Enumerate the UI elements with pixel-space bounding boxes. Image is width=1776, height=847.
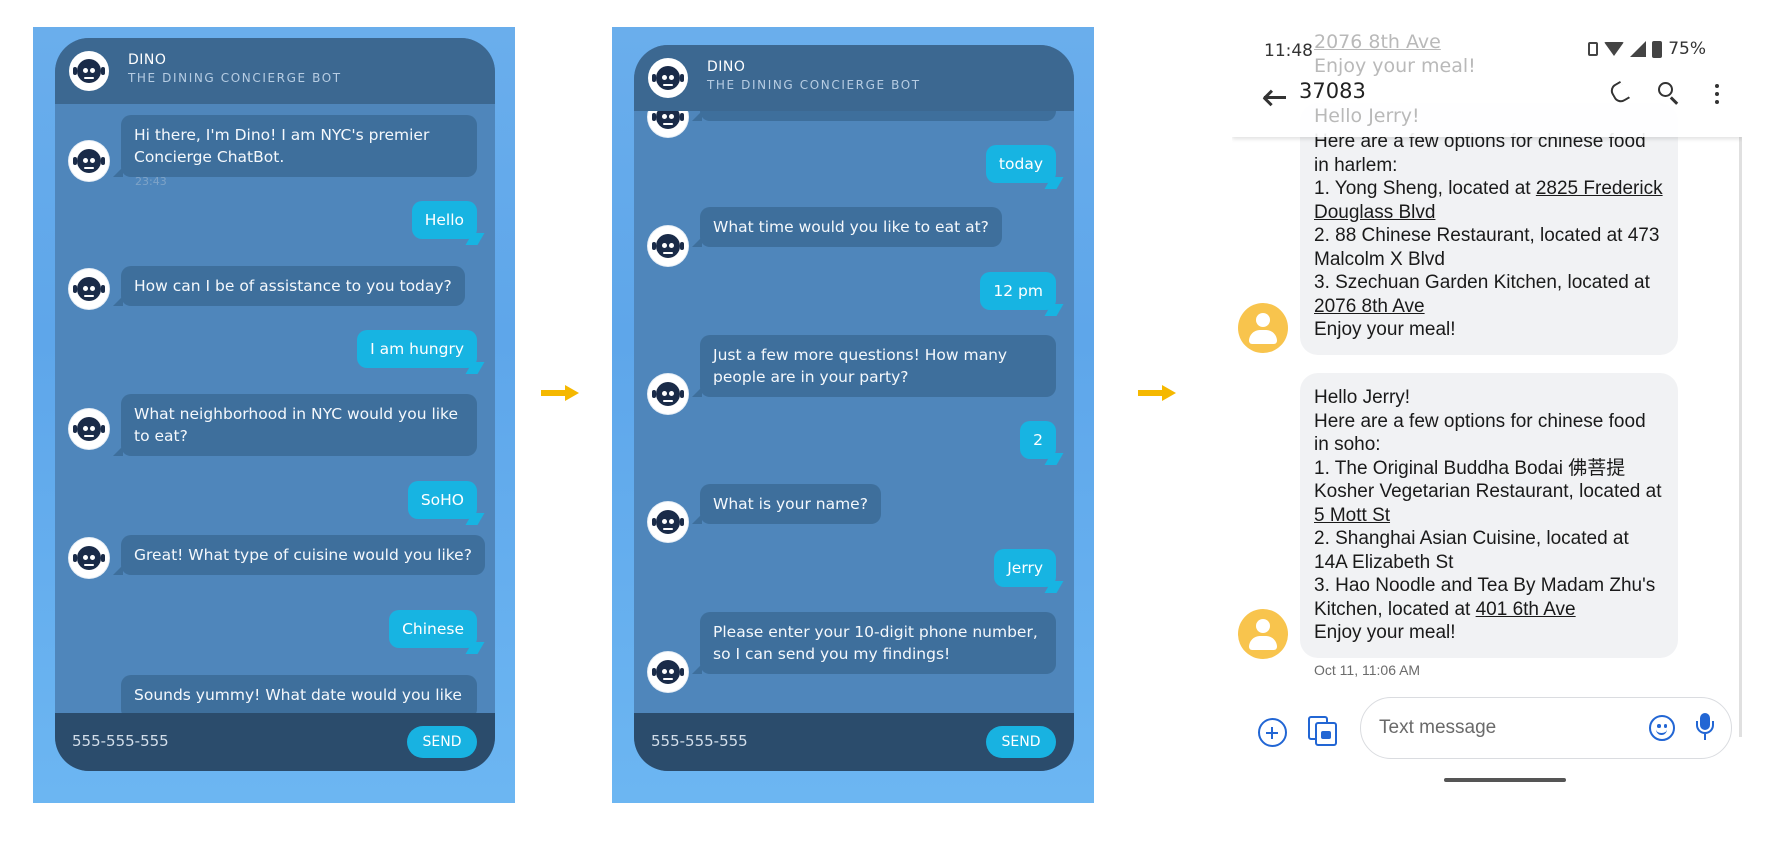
contact-avatar-icon (1238, 303, 1288, 353)
bot-message: How can I be of assistance to you today? (113, 266, 465, 306)
gallery-icon[interactable] (1308, 716, 1338, 746)
battery-icon (1652, 40, 1663, 58)
message-timestamp: Oct 11, 11:06 AM (1314, 662, 1421, 678)
chat-header: DINO THE DINING CONCIERGE BOT (634, 45, 1074, 111)
scrollbar[interactable] (1739, 137, 1742, 737)
bot-name: DINO (707, 59, 746, 75)
bot-avatar-icon (648, 652, 688, 692)
sms-message-1: Here are a few options for chinese food … (1300, 103, 1678, 355)
mic-icon[interactable] (1695, 713, 1715, 743)
message-list[interactable]: Hi there, I'm Dino! I am NYC's premier C… (55, 38, 495, 771)
bot-message: What time would you like to eat at? (692, 207, 1002, 247)
vibrate-icon (1588, 42, 1599, 56)
status-time: 11:48 (1264, 41, 1313, 61)
address-link[interactable]: 401 6th Ave (1476, 599, 1576, 620)
bot-avatar-icon (69, 409, 109, 449)
user-message: Jerry (994, 549, 1056, 587)
scrolled-text: 2076 8th Ave (1314, 33, 1441, 53)
arrow-right-icon (541, 385, 579, 401)
phone-icon[interactable] (1606, 79, 1636, 109)
message-text: 2. 88 Chinese Restaurant, located at 473… (1314, 225, 1660, 270)
text-message-input[interactable]: Text message (1360, 697, 1732, 759)
message-text: Enjoy your meal! (1314, 319, 1456, 340)
contact-avatar-icon (1238, 609, 1288, 659)
status-icons: 75% (1588, 39, 1706, 59)
wifi-icon (1604, 42, 1625, 56)
bot-name: DINO (128, 52, 167, 68)
chat-screenshot-2: today What time would you like to eat at… (612, 27, 1094, 803)
bot-avatar-icon (69, 51, 109, 91)
send-button[interactable]: SEND (407, 726, 477, 758)
chat-window: today What time would you like to eat at… (634, 45, 1074, 771)
message-input-bar: 555-555-555 SEND (55, 713, 495, 771)
scrolled-text: Enjoy your meal! (1314, 55, 1476, 77)
bot-message: Hi there, I'm Dino! I am NYC's premier C… (113, 115, 477, 177)
user-message: today (985, 145, 1056, 183)
message-input[interactable]: 555-555-555 (72, 732, 169, 750)
signal-icon (1630, 41, 1647, 57)
bot-message: What neighborhood in NYC would you like … (113, 394, 477, 456)
bot-message: What is your name? (692, 484, 881, 524)
back-arrow-icon[interactable] (1262, 87, 1288, 107)
conversation-title: 37083 (1299, 79, 1366, 103)
chat-window: DINO THE DINING CONCIERGE BOT Hi there, … (55, 38, 495, 771)
message-text: 3. Szechuan Garden Kitchen, located at (1314, 272, 1650, 293)
sms-message-2: Hello Jerry! Here are a few options for … (1300, 373, 1678, 658)
message-text: 2. Shanghai Asian Cuisine, located at 14… (1314, 528, 1629, 573)
user-message: Chinese (389, 610, 477, 648)
user-message: 12 pm (980, 272, 1056, 310)
message-list[interactable]: today What time would you like to eat at… (634, 45, 1074, 771)
bot-avatar-icon (648, 502, 688, 542)
bot-avatar-icon (648, 374, 688, 414)
scrolled-text: Hello Jerry! (1314, 105, 1420, 127)
bot-avatar-icon (69, 269, 109, 309)
chat-header: DINO THE DINING CONCIERGE BOT (55, 38, 495, 104)
bot-avatar-icon (69, 141, 109, 181)
send-button[interactable]: SEND (986, 726, 1056, 758)
bot-subtitle: THE DINING CONCIERGE BOT (707, 78, 921, 92)
bot-message: Just a few more questions! How many peop… (692, 335, 1056, 397)
address-link[interactable]: 5 Mott St (1314, 505, 1390, 526)
address-link[interactable]: 2076 8th Ave (1314, 296, 1425, 317)
text-message-placeholder: Text message (1379, 717, 1497, 738)
battery-level: 75% (1668, 39, 1706, 59)
message-text: Hello Jerry! (1314, 387, 1411, 408)
message-text: Here are a few options for chinese food … (1314, 131, 1646, 176)
bot-subtitle: THE DINING CONCIERGE BOT (128, 71, 342, 85)
user-message: 2 (1020, 421, 1056, 459)
message-timestamp: 23:43 (135, 175, 167, 188)
chat-screenshot-1: DINO THE DINING CONCIERGE BOT Hi there, … (33, 27, 515, 803)
message-text: Here are a few options for chinese food … (1314, 410, 1646, 456)
bot-avatar-icon (69, 538, 109, 578)
gesture-nav-handle[interactable] (1444, 778, 1566, 782)
bot-avatar-icon (648, 58, 688, 98)
bot-message: Please enter your 10-digit phone number,… (692, 612, 1056, 674)
user-message: I am hungry (357, 330, 477, 368)
message-input-bar: 555-555-555 SEND (634, 713, 1074, 771)
emoji-icon[interactable] (1649, 715, 1675, 741)
add-icon[interactable] (1258, 718, 1287, 747)
message-text: Enjoy your meal! (1314, 622, 1456, 643)
message-text: 1. Yong Sheng, located at (1314, 178, 1536, 199)
search-icon[interactable] (1654, 79, 1684, 109)
user-message: SoHO (407, 481, 477, 519)
arrow-right-icon (1138, 385, 1176, 401)
sms-screenshot: 2076 8th Ave Enjoy your meal! Hello Jerr… (1232, 33, 1742, 793)
message-input[interactable]: 555-555-555 (651, 732, 748, 750)
bot-message: Great! What type of cuisine would you li… (113, 535, 485, 575)
user-message: Hello (411, 201, 477, 239)
message-text: 1. The Original Buddha Bodai 佛菩提 Kosher … (1314, 457, 1662, 503)
more-vert-icon[interactable] (1702, 79, 1732, 109)
bot-avatar-icon (648, 226, 688, 266)
